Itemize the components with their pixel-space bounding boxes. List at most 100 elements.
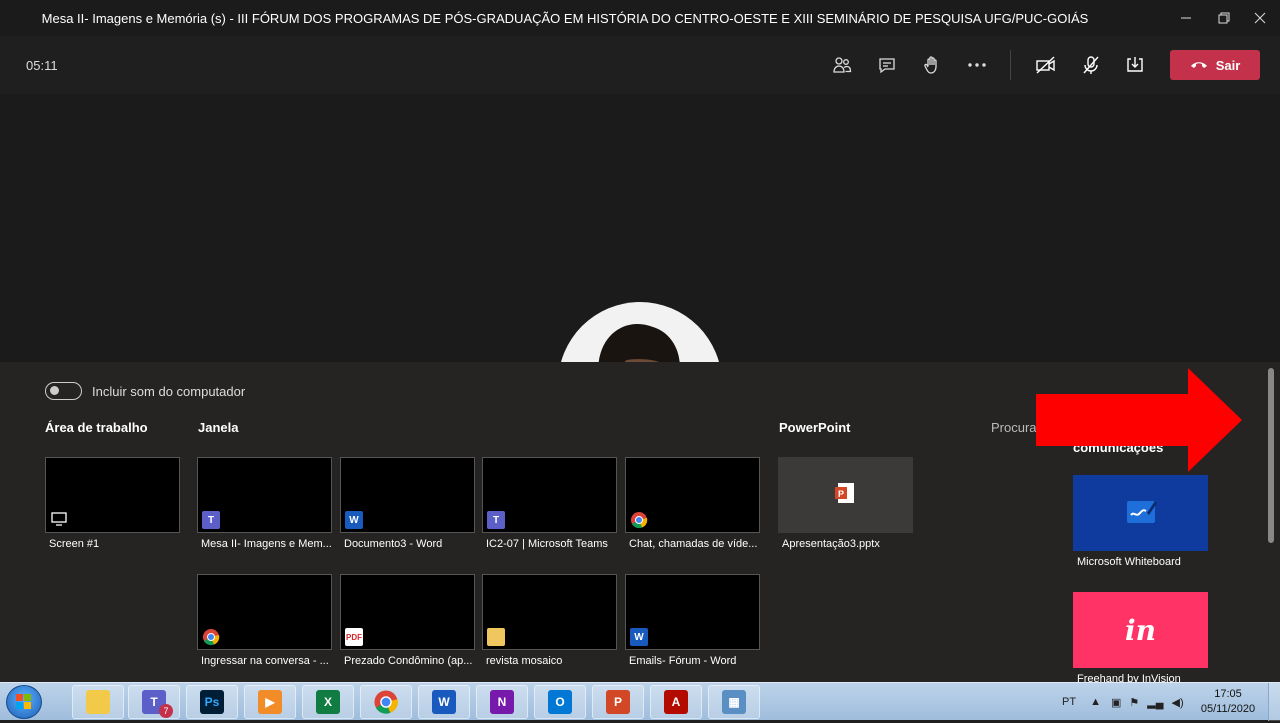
camera-off-icon[interactable] bbox=[1033, 52, 1059, 78]
include-sound-toggle[interactable] bbox=[45, 382, 82, 400]
signal-icon[interactable]: ▂▄ bbox=[1147, 696, 1163, 709]
tray-scrollbar[interactable] bbox=[1268, 368, 1274, 543]
hang-up-icon bbox=[1190, 62, 1207, 68]
window-tile[interactable]: W bbox=[625, 574, 760, 650]
photoshop-icon: Ps bbox=[200, 690, 224, 714]
raise-hand-icon[interactable] bbox=[919, 52, 945, 78]
powerpoint-icon: P bbox=[606, 690, 630, 714]
meeting-timer: 05:11 bbox=[26, 58, 58, 73]
taskbar-powerpoint[interactable]: P bbox=[592, 685, 644, 719]
screen-share-caption: Screen #1 bbox=[49, 538, 100, 550]
participants-icon[interactable] bbox=[829, 52, 855, 78]
leave-button-label: Sair bbox=[1215, 57, 1241, 73]
window-tile-caption: Chat, chamadas de víde... bbox=[629, 538, 758, 550]
invision-logo: in bbox=[1125, 613, 1156, 647]
volume-icon[interactable]: ◀) bbox=[1172, 696, 1184, 709]
powerpoint-file-tile[interactable]: P bbox=[778, 457, 913, 533]
word-icon: W bbox=[432, 690, 456, 714]
chrome-icon bbox=[631, 512, 648, 529]
restore-icon bbox=[1218, 12, 1230, 24]
taskbar-acrobat[interactable]: A bbox=[650, 685, 702, 719]
participant-avatar bbox=[558, 302, 722, 362]
taskbar-file-explorer[interactable] bbox=[72, 685, 124, 719]
close-icon bbox=[1254, 12, 1266, 24]
window-tile[interactable]: T bbox=[482, 457, 617, 533]
window-section-label: Janela bbox=[198, 420, 239, 435]
start-button[interactable] bbox=[6, 685, 42, 719]
photos-icon: ▦ bbox=[722, 690, 746, 714]
whiteboard-app-tile[interactable] bbox=[1073, 475, 1208, 551]
title-bar: Mesa II- Imagens e Memória (s) - III FÓR… bbox=[0, 0, 1280, 36]
word-icon: W bbox=[630, 628, 648, 646]
window-tile[interactable]: PDF bbox=[340, 574, 475, 650]
svg-text:P: P bbox=[838, 489, 844, 499]
window-tile[interactable]: T bbox=[197, 457, 332, 533]
taskbar-word[interactable]: W bbox=[418, 685, 470, 719]
window-tile-caption: Ingressar na conversa - ... bbox=[201, 655, 329, 667]
window-tile-caption: revista mosaico bbox=[486, 655, 563, 667]
invision-caption: Freehand by InVision bbox=[1077, 673, 1181, 682]
onenote-icon: N bbox=[490, 690, 514, 714]
show-hidden-icons-icon[interactable]: ▲ bbox=[1090, 696, 1101, 708]
language-indicator[interactable]: PT bbox=[1062, 696, 1076, 708]
close-button[interactable] bbox=[1238, 0, 1280, 36]
meeting-toolbar: 05:11 Sair bbox=[0, 36, 1280, 94]
taskbar-chrome[interactable] bbox=[360, 685, 412, 719]
folder-icon bbox=[487, 628, 505, 646]
leave-button[interactable]: Sair bbox=[1170, 50, 1260, 80]
video-stage bbox=[0, 94, 1280, 362]
whiteboard-icon bbox=[1126, 501, 1157, 523]
share-tray-icon[interactable] bbox=[1122, 52, 1148, 78]
window-tile[interactable]: W bbox=[340, 457, 475, 533]
taskbar-onenote[interactable]: N bbox=[476, 685, 528, 719]
folder-icon bbox=[86, 690, 110, 714]
more-options-icon[interactable] bbox=[964, 52, 990, 78]
acrobat-icon: A bbox=[664, 690, 688, 714]
window-tile-caption: Documento3 - Word bbox=[344, 538, 443, 550]
window-tile-caption: IC2-07 | Microsoft Teams bbox=[486, 538, 608, 550]
window-tile-caption: Emails- Fórum - Word bbox=[629, 655, 737, 667]
excel-icon: X bbox=[316, 690, 340, 714]
mic-off-icon[interactable] bbox=[1078, 52, 1104, 78]
window-title: Mesa II- Imagens e Memória (s) - III FÓR… bbox=[41, 11, 1089, 26]
word-icon: W bbox=[345, 511, 363, 529]
taskbar-photos[interactable]: ▦ bbox=[708, 685, 760, 719]
invision-app-tile[interactable]: in bbox=[1073, 592, 1208, 668]
minimize-icon bbox=[1181, 17, 1191, 19]
browse-section-label[interactable]: Procurar bbox=[991, 420, 1041, 435]
powerpoint-file-caption: Apresentação3.pptx bbox=[782, 538, 880, 550]
taskbar-clock[interactable]: 17:05 05/11/2020 bbox=[1196, 687, 1260, 717]
window-tile[interactable] bbox=[482, 574, 617, 650]
action-center-flag-icon[interactable]: ⚑ bbox=[1129, 696, 1139, 709]
powerpoint-icon: P bbox=[835, 483, 854, 503]
clock-time: 17:05 bbox=[1214, 688, 1242, 700]
teams-icon: T bbox=[202, 511, 220, 529]
media-player-icon: ▶ bbox=[258, 690, 282, 714]
show-desktop-button[interactable] bbox=[1268, 683, 1280, 721]
system-tray: PT ▲ ▣ ⚑ ▂▄ ◀) bbox=[1062, 683, 1184, 721]
chat-icon[interactable] bbox=[874, 52, 900, 78]
network-icon[interactable]: ▣ bbox=[1111, 696, 1121, 709]
taskbar-excel[interactable]: X bbox=[302, 685, 354, 719]
clock-date: 05/11/2020 bbox=[1200, 703, 1256, 715]
desktop-section-label: Área de trabalho bbox=[45, 420, 148, 435]
taskbar-media-player[interactable]: ▶ bbox=[244, 685, 296, 719]
taskbar-photoshop[interactable]: Ps bbox=[186, 685, 238, 719]
taskbar-outlook[interactable]: O bbox=[534, 685, 586, 719]
window-tile-caption: Prezado Condômino (ap... bbox=[344, 655, 473, 667]
windows-logo-icon bbox=[16, 694, 31, 709]
pdf-icon: PDF bbox=[345, 628, 363, 646]
window-tile[interactable] bbox=[197, 574, 332, 650]
chrome-icon bbox=[203, 629, 220, 646]
include-sound-label: Incluir som do computador bbox=[92, 384, 246, 399]
screen-share-tile[interactable] bbox=[45, 457, 180, 533]
window-tile[interactable] bbox=[625, 457, 760, 533]
teams-notification-badge: 7 bbox=[159, 704, 173, 718]
whiteboard-caption: Microsoft Whiteboard bbox=[1077, 556, 1181, 568]
chrome-icon bbox=[374, 690, 398, 714]
taskbar-teams[interactable]: T 7 bbox=[128, 685, 180, 719]
red-arrow-annotation bbox=[1036, 368, 1242, 472]
outlook-icon: O bbox=[548, 690, 572, 714]
powerpoint-section-label: PowerPoint bbox=[779, 420, 851, 435]
toolbar-divider bbox=[1010, 50, 1011, 80]
